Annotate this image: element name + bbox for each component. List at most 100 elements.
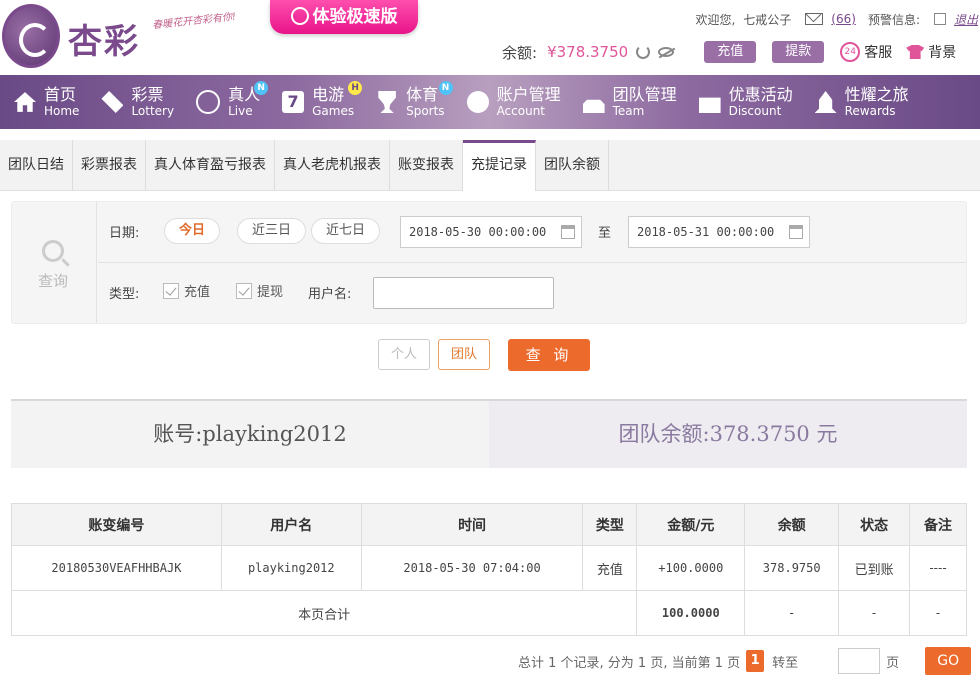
start-date-input[interactable]: 2018-05-30 00:00:00 — [400, 216, 582, 248]
tab-live-slots-report[interactable]: 真人老虎机报表 — [275, 140, 390, 191]
edit-icon[interactable] — [933, 13, 946, 25]
type-deposit-label: 充值 — [184, 285, 211, 300]
account-coin-icon — [466, 91, 489, 113]
calendar-icon[interactable] — [561, 225, 575, 239]
end-date-input[interactable]: 2018-05-31 00:00:00 — [628, 216, 810, 248]
nav-live-new-badge: N — [254, 81, 269, 95]
nav-team[interactable]: 团队管理 Team — [571, 75, 687, 129]
table-footer-row: 本页合计 100.0000 - - - — [10, 590, 967, 636]
page-total-balance: - — [744, 590, 840, 636]
nav-rewards[interactable]: 性耀之旅 Rewards — [803, 75, 919, 129]
type-withdraw-label: 提现 — [257, 285, 284, 300]
service-label: 客服 — [864, 45, 893, 61]
nav-home-en: Home — [44, 103, 80, 118]
team-balance: 团队余额:378.3750 元 — [489, 401, 967, 468]
query-panel: 查询 日期: 今日 近三日 近七日 2018-05-30 00:00:00 至 … — [11, 201, 967, 324]
balance-row: 余额: ¥378.3750 充值 提款 24 客服 背景 — [502, 40, 956, 64]
date-label: 日期: — [109, 226, 140, 241]
query-side-label: 查询 — [38, 272, 69, 290]
tab-account-change[interactable]: 账变报表 — [390, 140, 463, 191]
mail-count-link[interactable]: (66) — [831, 12, 856, 26]
pager-go-button[interactable]: GO — [925, 647, 972, 675]
pager-goto-input[interactable] — [838, 648, 881, 674]
top-links: 欢迎您, 七戒公子 (66) 预警信息: 退出 — [695, 9, 980, 29]
live-dealer-icon — [196, 90, 221, 114]
nav-lottery[interactable]: 彩票 Lottery — [89, 75, 184, 129]
calendar-icon[interactable] — [789, 225, 803, 239]
nav-team-en: Team — [612, 103, 645, 118]
scope-team-button[interactable]: 团队 — [438, 339, 491, 370]
refresh-icon[interactable] — [636, 45, 651, 59]
logout-link[interactable]: 退出 — [954, 11, 978, 28]
withdraw-button[interactable]: 提款 — [772, 41, 825, 63]
tab-deposit-withdraw[interactable]: 充提记录 — [463, 140, 536, 191]
range-today-button[interactable]: 今日 — [164, 218, 221, 244]
search-icon — [42, 240, 64, 262]
home-icon — [14, 92, 36, 112]
pager-page-unit: 页 — [886, 655, 900, 671]
nav-discount-label: 优惠活动 — [728, 84, 793, 104]
end-date-value: 2018-05-31 00:00:00 — [637, 225, 775, 239]
warning-label[interactable]: 预警信息: — [868, 11, 920, 28]
tab-team-balance[interactable]: 团队余额 — [536, 140, 609, 191]
page-total-note: - — [909, 590, 967, 636]
cell-type: 充值 — [582, 545, 638, 591]
nav-sports[interactable]: 体育 Sports N — [364, 75, 454, 129]
nav-live[interactable]: 真人 Live N — [184, 75, 270, 129]
type-withdraw-checkbox[interactable]: 提现 — [236, 281, 283, 300]
balance-value: ¥378.3750 — [547, 43, 629, 61]
type-label: 类型: — [109, 287, 140, 302]
col-note: 备注 — [909, 503, 967, 546]
tab-lottery-report[interactable]: 彩票报表 — [73, 140, 146, 191]
date-to-label: 至 — [598, 226, 612, 241]
nav-account-en: Account — [496, 103, 546, 118]
table-header-row: 账变编号 用户名 时间 类型 金额/元 余额 状态 备注 — [11, 503, 967, 546]
query-submit-button[interactable]: 查 询 — [508, 339, 590, 371]
cell-status: 已到账 — [838, 545, 911, 591]
range-3days-button[interactable]: 近三日 — [237, 218, 307, 244]
nav-home-label: 首页 — [44, 84, 77, 104]
start-date-value: 2018-05-30 00:00:00 — [409, 225, 547, 239]
page-total-label: 本页合计 — [10, 590, 638, 636]
tab-live-sports-pnl[interactable]: 真人体育盈亏报表 — [146, 140, 275, 191]
username-label: 用户名: — [308, 287, 352, 302]
fast-version-icon — [290, 7, 309, 25]
page-total-status: - — [838, 590, 911, 636]
col-type: 类型 — [582, 503, 638, 546]
recharge-button[interactable]: 充值 — [704, 41, 757, 63]
hide-balance-icon[interactable] — [658, 47, 675, 57]
logo-text[interactable]: 杏彩 — [68, 14, 140, 63]
nav-rewards-en: Rewards — [844, 103, 896, 118]
account-summary: 账号:playking2012 团队余额:378.3750 元 — [11, 399, 967, 468]
col-id: 账变编号 — [11, 503, 222, 546]
col-time: 时间 — [360, 503, 584, 546]
nav-account[interactable]: 账户管理 Account — [455, 75, 571, 129]
table-row: 20180530VEAFHHBAJK playking2012 2018-05-… — [11, 545, 967, 591]
tab-team-daily[interactable]: 团队日结 — [0, 140, 73, 191]
balance-label: 余额: — [502, 43, 538, 62]
report-tabs: 团队日结 彩票报表 真人体育盈亏报表 真人老虎机报表 账变报表 充提记录 团队余… — [0, 140, 980, 191]
nav-lottery-label: 彩票 — [131, 84, 164, 104]
nav-discount[interactable]: 优惠活动 Discount — [687, 75, 803, 129]
service-24h-icon: 24 — [840, 42, 861, 62]
logo-emblem-icon[interactable] — [2, 4, 60, 68]
pager-summary: 总计 1 个记录, 分为 1 页, 当前第 1 页 — [518, 655, 741, 671]
slot-seven-icon: 7 — [282, 91, 305, 113]
welcome-text: 欢迎您, — [695, 12, 736, 27]
fast-version-button[interactable]: 体验极速版 — [270, 0, 418, 34]
username-input[interactable] — [373, 277, 554, 309]
nav-sports-en: Sports — [406, 103, 445, 118]
type-deposit-checkbox[interactable]: 充值 — [163, 281, 210, 300]
skin-link[interactable]: 背景 — [906, 42, 956, 62]
cell-note: ---- — [909, 545, 967, 591]
customer-service-link[interactable]: 24 客服 — [840, 42, 892, 62]
scope-personal-button[interactable]: 个人 — [378, 339, 431, 370]
trophy-icon — [378, 91, 396, 113]
nav-home[interactable]: 首页 Home — [0, 75, 89, 129]
pager-current-page[interactable]: 1 — [746, 650, 765, 672]
mail-icon[interactable] — [805, 13, 824, 25]
cell-amount: +100.0000 — [636, 545, 746, 591]
range-7days-button[interactable]: 近七日 — [311, 218, 381, 244]
nav-games[interactable]: 7 电游 Games H — [270, 75, 364, 129]
nav-discount-en: Discount — [728, 103, 782, 118]
